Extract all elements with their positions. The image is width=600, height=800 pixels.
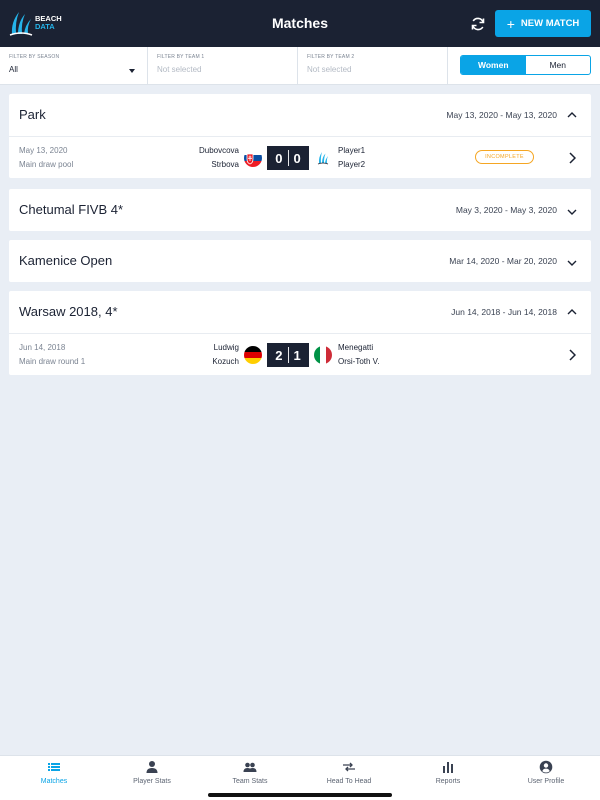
- tournament-dates: May 3, 2020 - May 3, 2020: [455, 205, 557, 215]
- plus-icon: +: [506, 15, 515, 32]
- tournament-card: Warsaw 2018, 4* Jun 14, 2018 - Jun 14, 2…: [9, 291, 591, 375]
- person-icon: [146, 761, 158, 773]
- arrows-icon: [343, 762, 355, 772]
- germany-flag-icon: [244, 346, 262, 364]
- team1-filter-label: FILTER BY TEAM 1: [157, 54, 205, 60]
- team1-filter-placeholder: Not selected: [157, 65, 202, 74]
- gender-option-women[interactable]: Women: [461, 56, 526, 74]
- team2-filter-label: FILTER BY TEAM 2: [307, 54, 355, 60]
- match-row[interactable]: May 13, 2020 Main draw pool Dubovcova St…: [9, 136, 591, 178]
- chevron-up-icon[interactable]: [567, 110, 577, 120]
- home-indicator: [208, 793, 392, 797]
- tournament-name: Warsaw 2018, 4*: [19, 304, 118, 319]
- tab-label: User Profile: [527, 778, 565, 785]
- team1-filter[interactable]: FILTER BY TEAM 1 Not selected: [148, 47, 298, 85]
- user-circle-icon: [539, 760, 553, 774]
- tab-label: Player Stats: [133, 778, 171, 785]
- team2-filter[interactable]: FILTER BY TEAM 2 Not selected: [298, 47, 448, 85]
- team2-player1: Player1: [338, 146, 366, 155]
- bar-chart-icon: [443, 762, 453, 773]
- team2-player1: Menegatti: [338, 343, 374, 352]
- season-filter-label: FILTER BY SEASON: [9, 54, 60, 60]
- score-box: 2 1: [267, 343, 309, 367]
- tab-reports[interactable]: Reports: [398, 760, 498, 794]
- chevron-up-icon[interactable]: [567, 307, 577, 317]
- tournament-card: Kamenice Open Mar 14, 2020 - Mar 20, 202…: [9, 240, 591, 282]
- tab-user-profile[interactable]: User Profile: [496, 760, 596, 794]
- tournament-header[interactable]: Park May 13, 2020 - May 13, 2020: [9, 94, 591, 136]
- team1-player1: Dubovcova: [198, 146, 239, 155]
- match-round: Main draw round 1: [19, 357, 86, 366]
- team2-player2: Player2: [338, 160, 366, 169]
- tab-label: Team Stats: [232, 778, 268, 785]
- score-team2: 0: [293, 150, 301, 166]
- tab-label: Reports: [435, 778, 461, 785]
- match-date: Jun 14, 2018: [19, 343, 66, 352]
- tournament-header[interactable]: Warsaw 2018, 4* Jun 14, 2018 - Jun 14, 2…: [9, 291, 591, 333]
- team2-filter-placeholder: Not selected: [307, 65, 352, 74]
- team2-player2: Orsi-Toth V.: [338, 357, 380, 366]
- tournament-dates: May 13, 2020 - May 13, 2020: [446, 110, 557, 120]
- match-date: May 13, 2020: [19, 146, 68, 155]
- tournament-card: Chetumal FIVB 4* May 3, 2020 - May 3, 20…: [9, 189, 591, 231]
- score-team1: 0: [275, 150, 283, 166]
- tournament-header[interactable]: Chetumal FIVB 4* May 3, 2020 - May 3, 20…: [9, 189, 591, 231]
- tournament-name: Kamenice Open: [19, 253, 113, 268]
- chevron-right-icon[interactable]: [568, 349, 576, 361]
- tournament-name: Chetumal FIVB 4*: [19, 202, 124, 217]
- tab-team-stats[interactable]: Team Stats: [200, 760, 300, 794]
- tab-label: Matches: [40, 778, 68, 785]
- tournament-card: Park May 13, 2020 - May 13, 2020 May 13,…: [9, 94, 591, 178]
- tab-matches[interactable]: Matches: [4, 760, 104, 794]
- slovakia-flag-icon: [244, 149, 262, 167]
- tournament-header[interactable]: Kamenice Open Mar 14, 2020 - Mar 20, 202…: [9, 240, 591, 282]
- new-match-button[interactable]: + NEW MATCH: [495, 10, 591, 37]
- gender-option-men[interactable]: Men: [526, 56, 591, 74]
- caret-down-icon: [129, 69, 135, 73]
- italy-flag-icon: [314, 346, 332, 364]
- chevron-down-icon[interactable]: [567, 258, 577, 268]
- season-filter[interactable]: FILTER BY SEASON All: [0, 47, 148, 85]
- team1-player2: Strbova: [211, 160, 239, 169]
- refresh-icon[interactable]: [469, 15, 487, 33]
- list-icon: [48, 763, 60, 771]
- gender-toggle[interactable]: Women Men: [460, 55, 591, 75]
- new-match-label: NEW MATCH: [520, 18, 580, 29]
- score-box: 0 0: [267, 146, 309, 170]
- tournament-dates: Mar 14, 2020 - Mar 20, 2020: [449, 256, 557, 266]
- people-icon: [243, 762, 257, 772]
- chevron-down-icon[interactable]: [567, 207, 577, 217]
- score-team1: 2: [275, 347, 283, 363]
- team1-player2: Kozuch: [212, 357, 239, 366]
- team1-player1: Ludwig: [213, 343, 239, 352]
- match-round: Main draw pool: [19, 160, 74, 169]
- status-badge: INCOMPLETE: [475, 150, 534, 164]
- match-row[interactable]: Jun 14, 2018 Main draw round 1 Ludwig Ko…: [9, 333, 591, 375]
- tournament-name: Park: [19, 107, 46, 122]
- score-team2: 1: [293, 347, 301, 363]
- tab-label: Head To Head: [326, 778, 372, 785]
- tab-player-stats[interactable]: Player Stats: [102, 760, 202, 794]
- app-header: BEACH DATA Matches + NEW MATCH: [0, 0, 600, 47]
- season-filter-value: All: [9, 65, 18, 74]
- chevron-right-icon[interactable]: [568, 152, 576, 164]
- team-logo-icon: [314, 149, 332, 167]
- tab-head-to-head[interactable]: Head To Head: [299, 760, 399, 794]
- tournament-dates: Jun 14, 2018 - Jun 14, 2018: [451, 307, 557, 317]
